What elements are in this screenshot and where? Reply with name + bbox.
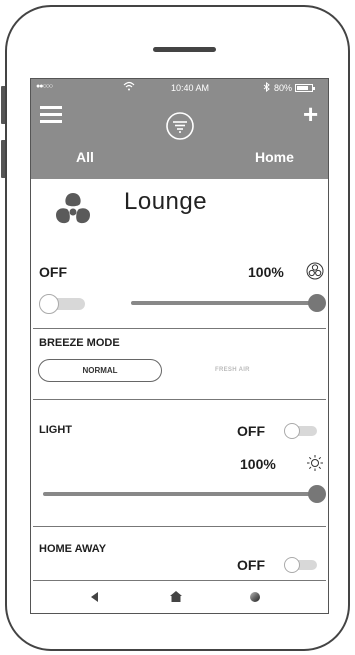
divider [33, 526, 326, 527]
bottom-nav-bar [31, 581, 328, 613]
sun-icon [307, 455, 323, 471]
fan-slider-bar [131, 301, 317, 305]
breeze-fresh-air-button[interactable]: FRESH AIR [215, 367, 250, 373]
back-icon[interactable] [91, 592, 98, 602]
home-away-state-label: OFF [237, 557, 265, 573]
light-state-label: OFF [237, 423, 265, 439]
home-away-toggle-knob [284, 557, 300, 573]
home-away-toggle[interactable] [284, 557, 318, 573]
recent-icon[interactable] [250, 592, 260, 602]
breeze-normal-button[interactable]: NORMAL [38, 359, 162, 382]
light-power-toggle[interactable] [284, 423, 318, 439]
light-label: LIGHT [39, 424, 72, 436]
phone-speaker [153, 47, 216, 52]
plus-icon[interactable]: + [303, 101, 318, 127]
home-icon[interactable] [170, 591, 182, 602]
battery-nub [313, 87, 315, 90]
fan-toggle-knob [39, 294, 59, 314]
battery-icon [295, 84, 315, 92]
fan-speed-percent: 100% [248, 264, 284, 280]
fan-logo-icon[interactable] [165, 111, 195, 141]
light-slider-bar [43, 492, 317, 496]
home-away-label: HOME AWAY [39, 543, 107, 555]
fan-state-label: OFF [39, 264, 67, 280]
bluetooth-icon [263, 81, 270, 94]
hamburger-icon[interactable] [40, 106, 62, 123]
light-toggle-knob [284, 423, 300, 439]
fan-speed-slider[interactable] [131, 294, 326, 312]
fan-slider-thumb[interactable] [308, 294, 326, 312]
wifi-icon [123, 81, 135, 93]
light-brightness-slider[interactable] [43, 485, 326, 503]
signal-strength: ●●○○○ [36, 83, 53, 90]
status-time: 10:40 AM [171, 83, 210, 93]
breeze-mode-label: BREEZE MODE [39, 337, 120, 349]
fan-icon [56, 193, 90, 224]
app-header: ●●○○○ 10:40 AM 80% + All Home [31, 79, 328, 179]
room-title: Lounge [124, 188, 208, 215]
battery-percent: 80% [274, 83, 293, 93]
light-slider-thumb[interactable] [308, 485, 326, 503]
tab-all[interactable]: All [76, 149, 94, 165]
divider [33, 399, 326, 400]
fan-speed-icon [306, 262, 324, 280]
status-bar: ●●○○○ 10:40 AM 80% [31, 79, 328, 97]
light-brightness-percent: 100% [240, 456, 276, 472]
divider [33, 328, 326, 329]
tab-home[interactable]: Home [255, 149, 294, 165]
fan-power-toggle[interactable] [39, 294, 87, 314]
app-screen: ●●○○○ 10:40 AM 80% + All Home Lounge OFF… [30, 78, 329, 614]
battery-fill [297, 86, 309, 90]
